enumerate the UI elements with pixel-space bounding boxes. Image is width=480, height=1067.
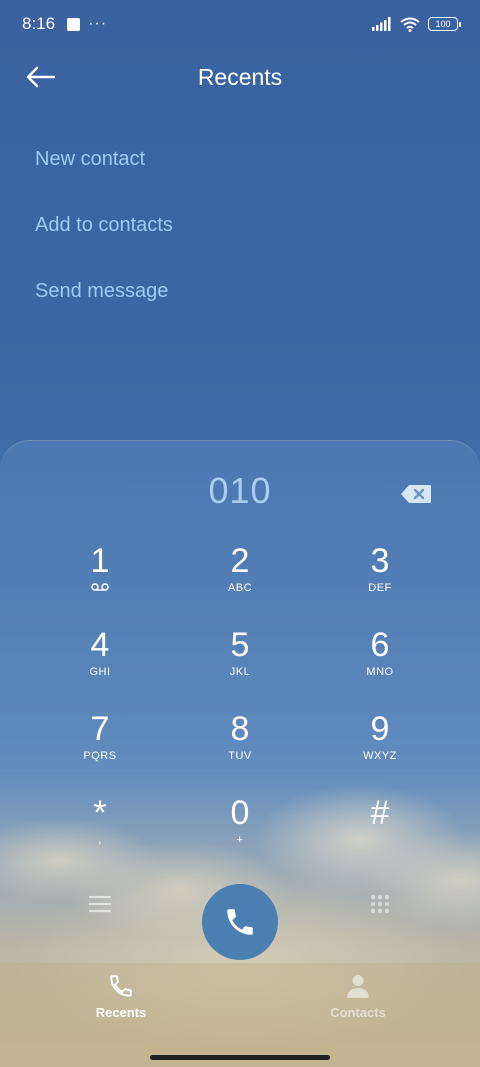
key-0[interactable]: 0 + (170, 792, 310, 876)
battery-level: 100 (435, 19, 451, 29)
key-digit: 2 (230, 542, 250, 580)
key-9[interactable]: 9 WXYZ (310, 708, 450, 792)
key-6[interactable]: 6 MNO (310, 624, 450, 708)
menu-icon[interactable] (88, 894, 112, 914)
keypad: 1 2 ABC 3 DEF 4 GHI 5 JKL 6 MNO 7 PQRS 8… (30, 540, 450, 876)
key-star[interactable]: * , (30, 792, 170, 876)
key-3[interactable]: 3 DEF (310, 540, 450, 624)
tab-recents[interactable]: Recents (61, 973, 181, 1020)
key-letters: TUV (228, 750, 252, 762)
action-menu: New contact Add to contacts Send message (35, 130, 173, 328)
key-digit: 3 (370, 542, 390, 580)
key-1[interactable]: 1 (30, 540, 170, 624)
key-digit: 0 (230, 794, 250, 832)
key-letters: , (98, 834, 102, 846)
key-digit: 5 (230, 626, 250, 664)
key-letters: JKL (229, 666, 251, 678)
notification-icon (67, 17, 81, 31)
key-letters: MNO (366, 666, 394, 678)
key-letters: WXYZ (363, 750, 397, 762)
backspace-icon[interactable] (400, 484, 432, 504)
key-hash[interactable]: # (310, 792, 450, 876)
key-digit: 4 (90, 626, 110, 664)
voicemail-icon (91, 583, 109, 591)
key-letters: ABC (227, 582, 253, 594)
tab-contacts[interactable]: Contacts (298, 973, 418, 1020)
battery-icon: 100 (428, 17, 461, 31)
key-digit: * (93, 794, 107, 832)
key-5[interactable]: 5 JKL (170, 624, 310, 708)
phone-icon (227, 909, 253, 935)
key-digit: # (370, 794, 390, 832)
key-4[interactable]: 4 GHI (30, 624, 170, 708)
wifi-icon (400, 17, 420, 32)
keypad-toggle-icon[interactable] (370, 894, 390, 916)
key-letters: DEF (368, 582, 392, 594)
header: Recents (0, 52, 480, 102)
key-digit: 9 (370, 710, 390, 748)
more-notifications-icon: ··· (88, 15, 108, 32)
key-2[interactable]: 2 ABC (170, 540, 310, 624)
key-8[interactable]: 8 TUV (170, 708, 310, 792)
new-contact-option[interactable]: New contact (35, 130, 173, 196)
tab-label: Contacts (330, 1005, 386, 1020)
home-indicator[interactable] (150, 1055, 330, 1060)
back-arrow-icon (26, 66, 56, 88)
dial-actions (0, 880, 480, 960)
status-bar: 8:16 ··· 100 (0, 0, 480, 48)
page-title: Recents (197, 63, 283, 90)
call-button[interactable] (202, 884, 278, 960)
key-digit: 6 (370, 626, 390, 664)
send-message-option[interactable]: Send message (35, 262, 173, 328)
status-time: 8:16 (22, 14, 56, 33)
key-7[interactable]: 7 PQRS (30, 708, 170, 792)
key-digit: 8 (230, 710, 250, 748)
bottom-nav: Recents Contacts (0, 963, 480, 1067)
back-button[interactable] (24, 62, 58, 92)
key-digit: 7 (90, 710, 110, 748)
key-letters: PQRS (83, 750, 117, 762)
signal-icon (372, 17, 391, 31)
key-letters: + (236, 834, 244, 846)
add-to-contacts-option[interactable]: Add to contacts (35, 196, 173, 262)
key-letters: GHI (89, 666, 111, 678)
tab-label: Recents (95, 1005, 147, 1020)
person-icon (347, 975, 369, 998)
key-digit: 1 (90, 542, 110, 580)
phone-icon (110, 975, 132, 997)
